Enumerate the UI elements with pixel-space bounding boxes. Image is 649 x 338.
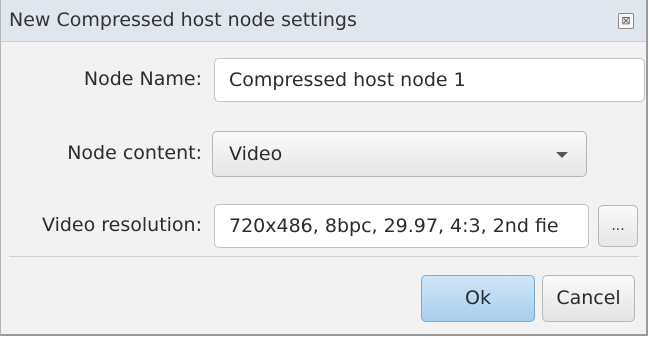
video-resolution-label: Video resolution: <box>42 214 202 236</box>
title-bar: New Compressed host node settings ⊠ <box>1 0 646 42</box>
ok-button[interactable]: Ok <box>421 275 535 322</box>
node-name-label: Node Name: <box>83 68 202 90</box>
separator <box>9 256 639 257</box>
browse-button[interactable]: ... <box>598 205 638 247</box>
node-content-dropdown[interactable]: Video <box>212 131 587 177</box>
cancel-button[interactable]: Cancel <box>542 275 635 322</box>
node-name-field[interactable]: Compressed host node 1 <box>214 58 645 102</box>
chevron-down-icon <box>556 152 568 158</box>
settings-dialog: New Compressed host node settings ⊠ Node… <box>0 0 648 336</box>
dialog-title: New Compressed host node settings <box>9 9 357 31</box>
video-resolution-field[interactable]: 720x486, 8bpc, 29.97, 4:3, 2nd fie <box>214 204 589 248</box>
node-content-label: Node content: <box>67 142 202 164</box>
node-content-selected: Video <box>229 143 283 165</box>
close-icon[interactable]: ⊠ <box>618 13 634 29</box>
